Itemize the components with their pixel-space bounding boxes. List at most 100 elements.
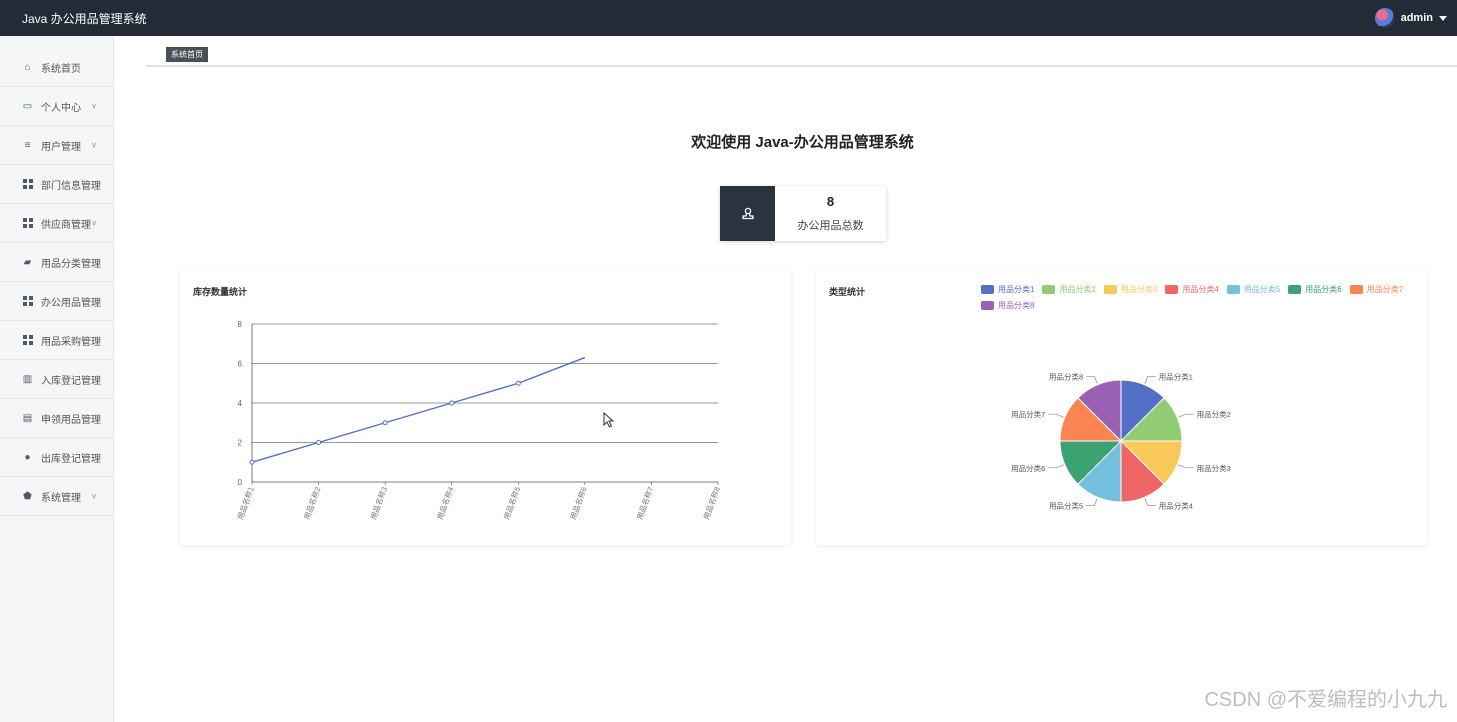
sidebar-item-label: 系统首页 [41, 63, 81, 75]
chevron-down-icon: ∨ [91, 491, 97, 501]
data-point[interactable] [449, 400, 455, 406]
avatar[interactable] [1374, 8, 1395, 28]
document-icon: ▤ [22, 412, 33, 424]
x-tick-label-group: 用品名称2 [301, 485, 322, 521]
grid-icon [22, 335, 33, 346]
legend-label: 用品分类2 [1059, 285, 1096, 294]
sidebar-item-label: 用品采购管理 [41, 336, 101, 348]
sidebar-item-6[interactable]: 办公用品管理 [0, 282, 113, 321]
mouse-cursor-icon [603, 412, 615, 428]
legend-label: 用品分类7 [1366, 285, 1404, 294]
pie-slice[interactable] [1120, 439, 1165, 503]
sidebar-item-9[interactable]: ▤ 申领用品管理 [0, 399, 113, 438]
slice-label-line [1144, 498, 1156, 507]
legend-item[interactable]: 用品分类8 [981, 300, 1034, 311]
breadcrumb[interactable]: 系统首页 [166, 47, 208, 62]
sidebar-item-10[interactable]: ● 出库登记管理 [0, 438, 113, 477]
pie-slice[interactable] [1120, 379, 1165, 443]
data-point[interactable] [316, 440, 322, 445]
slice-label-line [1178, 413, 1194, 418]
legend-item[interactable]: 用品分类7 [1349, 284, 1404, 295]
stat-label: 办公用品总数 [797, 220, 864, 232]
pie-slice[interactable] [1059, 397, 1123, 442]
legend-item[interactable]: 用品分类6 [1288, 284, 1342, 295]
x-tick-label-group: 用品名称5 [501, 485, 522, 521]
slice-label-line [1048, 413, 1064, 418]
legend-swatch [981, 301, 994, 310]
sidebar-item-4[interactable]: 供应商管理 ∨ [0, 204, 113, 243]
x-tick-label-group: 用品名称8 [701, 485, 722, 521]
x-tick-label: 用品名称8 [701, 485, 722, 521]
legend-label: 用品分类4 [1182, 285, 1219, 294]
sidebar-item-5[interactable]: ▰ 用品分类管理 [0, 243, 113, 282]
slice-label: 用品分类1 [1159, 371, 1193, 381]
slice-label: 用品分类5 [1049, 501, 1083, 511]
pie-slice[interactable] [1077, 439, 1122, 503]
sidebar-item-0[interactable]: ⌂ 系统首页 [0, 36, 113, 87]
y-tick-label: 2 [238, 439, 243, 448]
inventory-chart-panel: 库存数量统计 0 2 4 6 8 用品名称1 用品名称2 用品名称3 用品名称4 用品名称5 用品名… [180, 268, 791, 545]
slice-label: 用品分类3 [1197, 463, 1231, 473]
sidebar-item-8[interactable]: ▥ 入库登记管理 [0, 360, 113, 399]
stat-card: 8 办公用品总数 [720, 186, 886, 241]
pie-slice[interactable] [1119, 397, 1183, 442]
slice-label-line [1086, 375, 1098, 384]
sidebar-item-label: 部门信息管理 [41, 180, 101, 192]
y-tick-label: 4 [238, 399, 243, 408]
x-tick-label-group: 用品名称7 [634, 485, 655, 521]
legend-item[interactable]: 用品分类5 [1226, 284, 1280, 295]
x-tick-label: 用品名称5 [501, 485, 522, 521]
legend-item[interactable]: 用品分类1 [981, 284, 1034, 295]
slice-label: 用品分类7 [1011, 409, 1045, 419]
data-point[interactable] [382, 420, 388, 426]
grid-icon [22, 296, 33, 307]
sidebar-item-label: 申领用品管理 [41, 414, 101, 426]
chart-legend: 用品分类1 用品分类2 用品分类3 用品分类4 用品分类5 用品分类6 用品分类7 用品分类8 [981, 284, 1421, 311]
data-point[interactable] [249, 459, 255, 465]
slice-label-line [1178, 464, 1194, 469]
sidebar-item-label: 办公用品管理 [41, 297, 101, 309]
x-tick-label: 用品名称6 [568, 485, 589, 521]
category-icon: ▰ [23, 256, 32, 268]
sidebar-item-3[interactable]: 部门信息管理 [0, 165, 113, 204]
stamp-icon [720, 186, 775, 241]
legend-swatch [981, 285, 994, 294]
slice-label: 用品分类6 [1011, 463, 1045, 473]
legend-item[interactable]: 用品分类2 [1042, 284, 1096, 295]
sidebar-item-7[interactable]: 用品采购管理 [0, 321, 113, 360]
legend-label: 用品分类3 [1120, 285, 1158, 294]
pie-slice[interactable] [1119, 440, 1183, 485]
caret-down-icon[interactable] [1439, 15, 1447, 21]
legend-swatch [1226, 285, 1240, 294]
x-tick-label-group: 用品名称1 [235, 485, 256, 521]
legend-label: 用品分类1 [998, 285, 1035, 294]
x-tick-label-group: 用品名称6 [568, 485, 589, 521]
x-tick-label: 用品名称4 [435, 485, 456, 521]
watermark: CSDN @不爱编程的小九九 [1204, 689, 1447, 711]
x-tick-label: 用品名称1 [235, 485, 256, 521]
username[interactable]: admin [1401, 12, 1433, 24]
page-title: 欢迎使用 Java-办公用品管理系统 [691, 134, 914, 151]
sidebar-item-1[interactable]: ▭ 个人中心 ∨ [0, 87, 113, 126]
pie-slice[interactable] [1077, 379, 1122, 443]
legend-swatch [1349, 285, 1363, 294]
pie-slice[interactable] [1059, 440, 1123, 485]
sidebar-item-label: 系统管理 [41, 492, 81, 504]
slice-label: 用品分类4 [1159, 501, 1193, 511]
sidebar-item-11[interactable]: ⬟ 系统管理 ∨ [0, 477, 113, 516]
legend-item[interactable]: 用品分类4 [1165, 284, 1219, 295]
slice-label-line [1048, 464, 1064, 469]
sidebar-item-label: 出库登记管理 [41, 453, 101, 465]
user-menu[interactable]: admin [1374, 8, 1447, 28]
slice-label: 用品分类2 [1197, 409, 1231, 419]
legend-swatch [1103, 285, 1117, 294]
legend-swatch [1042, 285, 1056, 294]
data-point[interactable] [515, 380, 521, 386]
shield-icon: ⬟ [23, 490, 32, 502]
legend-item[interactable]: 用品分类3 [1103, 284, 1158, 295]
legend-label: 用品分类8 [998, 301, 1035, 310]
user-icon: ● [24, 451, 31, 463]
slice-label-line [1086, 498, 1098, 507]
sidebar-item-label: 供应商管理 [41, 219, 91, 231]
slice-label-line [1144, 375, 1156, 384]
